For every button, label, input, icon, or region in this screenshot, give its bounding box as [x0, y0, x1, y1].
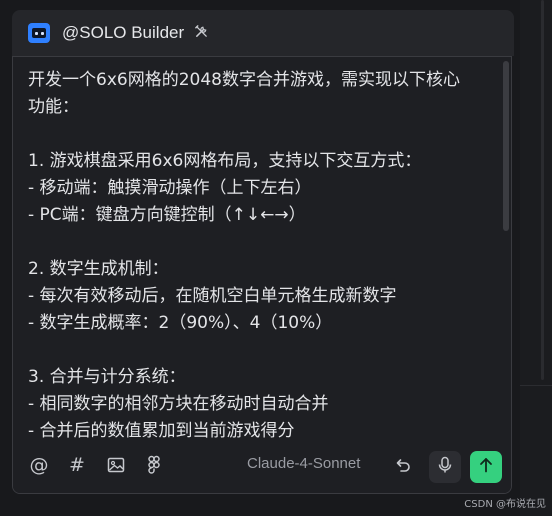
send-button[interactable]: [470, 451, 502, 483]
prompt-line: - 相同数字的相邻方块在移动时自动合并: [28, 394, 329, 414]
arrow-up-icon: [478, 456, 494, 479]
model-selector[interactable]: Claude-4-Sonnet: [247, 455, 360, 472]
prompt-line: 1. 游戏棋盘采用6x6网格布局，支持以下交互方式：: [28, 151, 422, 171]
input-toolbar: @ # Claude-4-Sonnet: [13, 445, 511, 493]
prompt-line: - PC端：键盘方向键控制（↑↓←→）: [28, 205, 306, 225]
prompt-line: - 数字生成概率：2（90%）、4（10%）: [28, 313, 333, 333]
prompt-line: 开发一个6x6网格的2048数字合并游戏，需实现以下核心: [28, 70, 460, 90]
image-icon[interactable]: [104, 453, 128, 477]
side-panel: [520, 0, 552, 516]
prompt-line: 2. 数字生成机制：: [28, 259, 169, 279]
prompt-line: - 合并后的数值累加到当前游戏得分: [28, 421, 295, 441]
mention-icon[interactable]: @: [27, 453, 51, 477]
figma-icon[interactable]: [142, 453, 166, 477]
agent-name[interactable]: @SOLO Builder: [62, 23, 184, 43]
tools-icon: [194, 24, 209, 43]
prompt-line: [28, 229, 498, 256]
prompt-input-box[interactable]: 开发一个6x6网格的2048数字合并游戏，需实现以下核心 功能： 1. 游戏棋盘采用…: [12, 56, 512, 494]
prompt-line: - 移动端：触摸滑动操作（上下左右）: [28, 178, 312, 198]
prompt-line: [28, 121, 498, 148]
watermark: CSDN @布说在见: [464, 499, 546, 510]
side-scrollbar[interactable]: [541, 0, 544, 380]
prompt-line: - 每次有效移动后，在随机空白单元格生成新数字: [28, 286, 397, 306]
prompt-line: [28, 337, 498, 364]
app-window: @SOLO Builder 开发一个6x6网格的2048数字合并游戏，需实现以下…: [0, 0, 552, 516]
prompt-line: 3. 合并与计分系统：: [28, 367, 186, 387]
hash-icon[interactable]: #: [65, 453, 89, 477]
microphone-icon: [437, 456, 453, 478]
chat-header: @SOLO Builder: [12, 10, 514, 56]
prompt-line: 功能：: [28, 97, 79, 117]
voice-input-button[interactable]: [429, 451, 461, 483]
side-divider: [520, 385, 552, 386]
prompt-scrollbar[interactable]: [503, 61, 509, 231]
agent-screen-icon: [28, 23, 50, 43]
undo-icon[interactable]: [391, 453, 415, 477]
prompt-textarea[interactable]: 开发一个6x6网格的2048数字合并游戏，需实现以下核心 功能： 1. 游戏棋盘采用…: [28, 67, 498, 441]
